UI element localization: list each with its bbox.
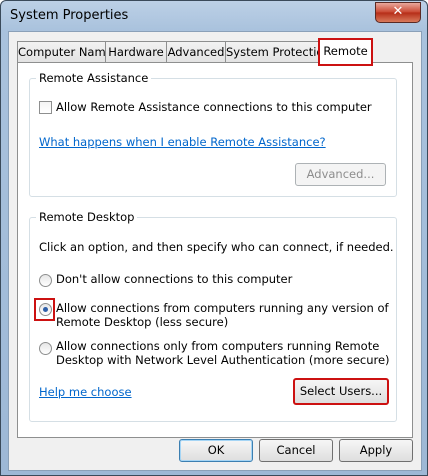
remote-desktop-legend: Remote Desktop xyxy=(36,210,138,224)
tab-hardware[interactable]: Hardware xyxy=(105,41,167,62)
dialog-client-area: Computer Name Hardware Advanced System P… xyxy=(8,31,422,471)
apply-button[interactable]: Apply xyxy=(339,439,413,462)
allow-nla-only-radio[interactable] xyxy=(39,342,52,355)
remote-desktop-instruction: Click an option, and then specify who ca… xyxy=(39,240,394,254)
allow-remote-assistance-checkbox[interactable] xyxy=(39,101,52,114)
selected-dot-icon xyxy=(43,307,48,312)
help-me-choose-link[interactable]: Help me choose xyxy=(39,385,132,399)
window-title: System Properties xyxy=(10,8,129,23)
cancel-button[interactable]: Cancel xyxy=(259,439,333,462)
tab-remote[interactable]: Remote xyxy=(318,38,373,66)
title-bar[interactable]: System Properties ✕ xyxy=(1,1,427,31)
allow-nla-only-label-line1[interactable]: Allow connections only from computers ru… xyxy=(56,339,379,353)
remote-tab-panel: Remote Assistance Allow Remote Assistanc… xyxy=(17,62,413,438)
remote-assistance-group: Remote Assistance Allow Remote Assistanc… xyxy=(29,71,397,197)
dont-allow-connections-radio[interactable] xyxy=(39,274,52,287)
allow-nla-only-label-line2[interactable]: Desktop with Network Level Authenticatio… xyxy=(56,353,390,367)
tab-advanced[interactable]: Advanced xyxy=(166,41,226,62)
system-properties-window: System Properties ✕ Computer Name Hardwa… xyxy=(0,0,428,476)
remote-assistance-legend: Remote Assistance xyxy=(36,71,152,85)
remote-assistance-help-link[interactable]: What happens when I enable Remote Assist… xyxy=(39,135,326,149)
close-button[interactable]: ✕ xyxy=(375,2,421,23)
close-icon: ✕ xyxy=(392,4,404,19)
ok-button[interactable]: OK xyxy=(179,439,253,462)
tab-computer-name[interactable]: Computer Name xyxy=(17,41,113,62)
dont-allow-connections-label[interactable]: Don't allow connections to this computer xyxy=(56,272,292,286)
remote-desktop-group: Remote Desktop Click an option, and then… xyxy=(29,210,397,422)
allow-any-version-label-line2[interactable]: Remote Desktop (less secure) xyxy=(56,315,228,329)
allow-remote-assistance-label[interactable]: Allow Remote Assistance connections to t… xyxy=(56,100,372,114)
advanced-button[interactable]: Advanced... xyxy=(295,163,386,186)
select-users-button[interactable]: Select Users... xyxy=(293,378,389,405)
tab-system-protection[interactable]: System Protection xyxy=(225,41,331,62)
allow-any-version-radio[interactable] xyxy=(39,303,52,316)
allow-any-version-label-line1[interactable]: Allow connections from computers running… xyxy=(56,301,389,315)
